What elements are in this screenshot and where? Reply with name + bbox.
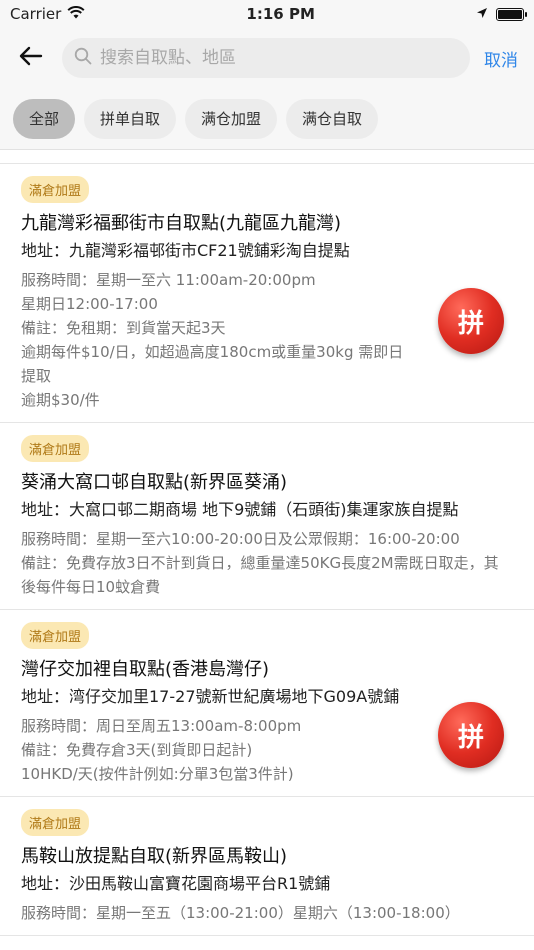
pickup-point-meta: 服務時間：星期一至六 11:00am-20:00pm 星期日12:00-17:0… [21, 268, 514, 412]
group-pickup-button[interactable]: 拼 [438, 702, 504, 768]
pickup-point-meta: 服務時間：星期一至六10:00-20:00日及公眾假期：16:00-20:00 … [21, 527, 514, 599]
meta-line: 星期日12:00-17:00 [21, 295, 158, 313]
meta-line: 備註：免費存放3日不計到貨日，總重量達50KG長度2M需既日取走，其後每件每日1… [21, 554, 499, 596]
cancel-button[interactable]: 取消 [480, 46, 522, 71]
location-arrow-icon [476, 5, 488, 23]
pickup-point-card[interactable]: 滿倉加盟 葵涌大窩口邨自取點(新界區葵涌) 地址：大窩口邨二期商場 地下9號鋪（… [0, 423, 534, 610]
battery-icon [495, 7, 527, 21]
header: 取消 [0, 28, 534, 88]
filter-chip-group-pickup[interactable]: 拼单自取 [84, 98, 177, 139]
search-box[interactable] [62, 38, 470, 78]
pickup-point-meta: 服務時間：星期一至五（13:00-21:00）星期六（13:00-18:00） [21, 901, 514, 925]
meta-line: 服務時間：星期一至六10:00-20:00日及公眾假期：16:00-20:00 [21, 530, 460, 548]
search-input[interactable] [100, 48, 458, 68]
meta-line: 服務時間：星期一至五（13:00-21:00）星期六（13:00-18:00） [21, 904, 460, 922]
carrier-label: Carrier [10, 5, 62, 23]
meta-line: 服務時間：周日至周五13:00am-8:00pm [21, 717, 302, 735]
status-right [476, 5, 527, 23]
meta-line: 10HKD/天(按件計例如:分單3包當3件計) [21, 765, 294, 783]
type-badge: 滿倉加盟 [21, 622, 90, 649]
status-left: Carrier [10, 5, 85, 23]
filter-bar: 全部 拼单自取 满仓加盟 满仓自取 [0, 88, 534, 150]
pickup-point-title: 灣仔交加裡自取點(香港島灣仔) [21, 659, 270, 680]
pickup-point-list: 滿倉加盟 九龍灣彩福郵街市自取點(九龍區九龍灣) 地址：九龍灣彩福邨街市CF21… [0, 150, 534, 950]
pickup-point-card[interactable]: 滿倉加盟 馬鞍山放提點自取(新界區馬鞍山) 地址：沙田馬鞍山富寶花園商場平台R1… [0, 797, 534, 936]
back-arrow-icon [19, 46, 43, 70]
pickup-point-title: 九龍灣彩福郵街市自取點(九龍區九龍灣) [21, 213, 342, 234]
type-badge: 滿倉加盟 [21, 435, 90, 462]
status-bar: Carrier 1:16 PM [0, 0, 534, 28]
pickup-point-title: 葵涌大窩口邨自取點(新界區葵涌) [21, 472, 288, 493]
meta-line: 備註：免租期：到貨當天起3天 [21, 319, 226, 337]
type-badge: 滿倉加盟 [21, 809, 90, 836]
meta-line: 逾期$30/件 [21, 391, 100, 409]
meta-line: 備註：免費存倉3天(到貨即日起計) [21, 741, 253, 759]
filter-chip-full-warehouse-franchise[interactable]: 满仓加盟 [185, 98, 278, 139]
search-icon [74, 47, 92, 69]
filter-chip-all[interactable]: 全部 [13, 98, 76, 139]
pickup-point-address: 地址：大窩口邨二期商場 地下9號鋪（石頭街)集運家族自提點 [21, 500, 459, 519]
pickup-point-address: 地址：湾仔交加里17-27號新世紀廣場地下G09A號鋪 [21, 687, 400, 706]
group-pickup-button[interactable]: 拼 [438, 288, 504, 354]
meta-line: 服務時間：星期一至六 11:00am-20:00pm [21, 271, 316, 289]
back-button[interactable] [12, 39, 50, 77]
pickup-point-title: 馬鞍山放提點自取(新界區馬鞍山) [21, 846, 288, 867]
type-badge: 滿倉加盟 [21, 176, 90, 203]
pickup-point-address: 地址：九龍灣彩福邨街市CF21號鋪彩淘自提點 [21, 241, 350, 260]
filter-chip-full-warehouse-pickup[interactable]: 满仓自取 [286, 98, 379, 139]
wifi-icon [67, 5, 85, 23]
pickup-point-card[interactable]: 滿倉加盟 灣仔交加裡自取點(香港島灣仔) 地址：湾仔交加里17-27號新世紀廣場… [0, 610, 534, 797]
list-top-edge [0, 150, 534, 164]
pickup-point-address: 地址：沙田馬鞍山富寶花園商場平台R1號鋪 [21, 874, 331, 893]
pickup-point-card[interactable]: 滿倉加盟 九龍灣彩福郵街市自取點(九龍區九龍灣) 地址：九龍灣彩福邨街市CF21… [0, 164, 534, 423]
meta-line: 逾期每件$10/日，如超過高度180cm或重量30kg 需即日提取 [21, 343, 404, 385]
clock: 1:16 PM [246, 5, 315, 23]
